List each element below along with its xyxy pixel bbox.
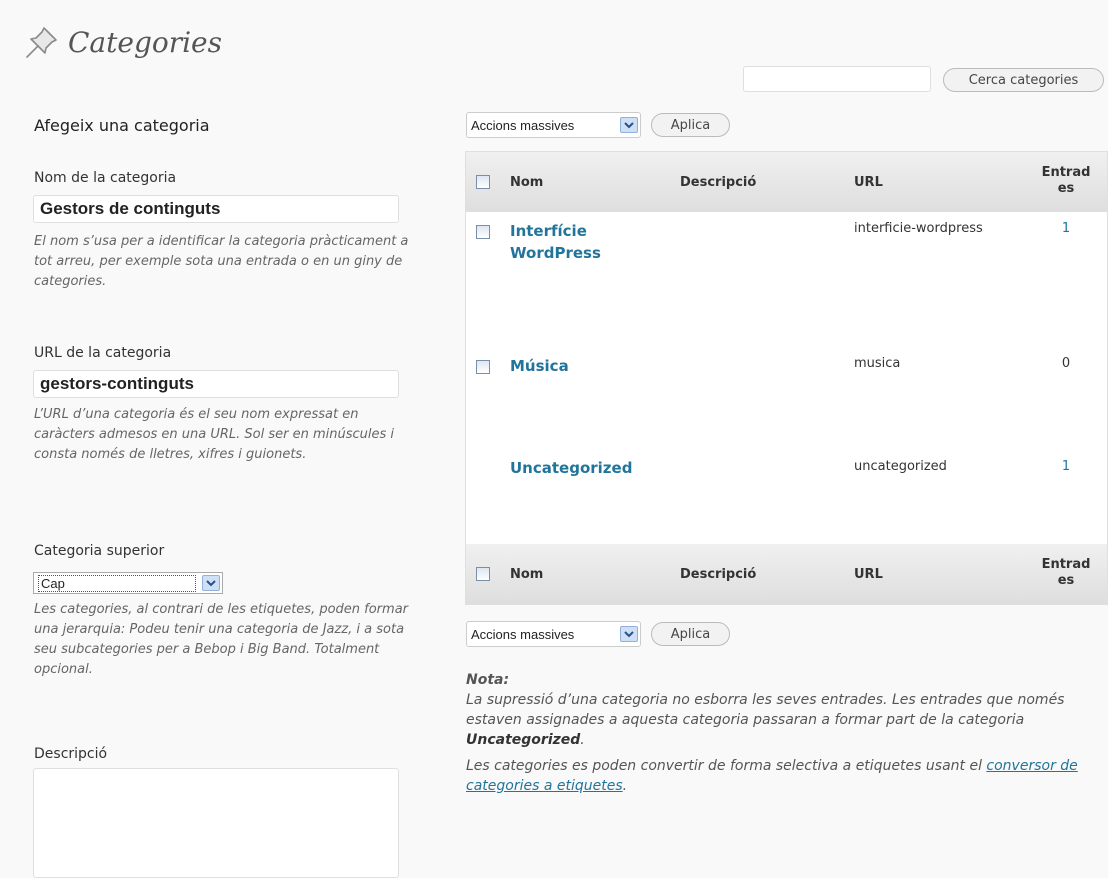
column-count-line1: Entrad: [1041, 557, 1091, 572]
chevron-down-icon: [620, 117, 638, 133]
note-paragraph-convert: Les categories es poden convertir de for…: [466, 756, 1096, 796]
parent-category-help: Les categories, al contrari de les etiqu…: [34, 602, 409, 677]
search-input[interactable]: [743, 66, 931, 92]
select-all-checkbox[interactable]: [476, 567, 490, 581]
description-textarea[interactable]: [33, 768, 399, 878]
note-section: Nota: La supressió d’una categoria no es…: [466, 670, 1096, 802]
column-count-line2: es: [1057, 181, 1075, 196]
table-row: Interfície WordPress interficie-wordpres…: [466, 212, 1107, 348]
table-header: Nom Descripció URL Entrad es: [466, 152, 1107, 212]
category-name-link[interactable]: Interfície WordPress: [510, 220, 650, 264]
apply-button-top[interactable]: Aplica: [651, 113, 730, 137]
category-name-field[interactable]: Gestors de continguts: [33, 195, 399, 223]
page-header: Categories: [22, 22, 222, 62]
bulk-actions-select-bottom[interactable]: Accions massives: [466, 621, 641, 647]
parent-category-value: Cap: [38, 574, 196, 592]
table-row: Uncategorized uncategorized 1: [466, 447, 1107, 545]
chevron-down-icon: [620, 626, 638, 642]
chevron-down-icon: [202, 575, 220, 591]
category-slug: interficie-wordpress: [854, 221, 983, 236]
column-name[interactable]: Nom: [510, 175, 543, 190]
category-name-line1: Interfície: [510, 222, 587, 240]
category-slug: musica: [854, 356, 901, 371]
note-paragraph-delete: La supressió d’una categoria no esborra …: [466, 690, 1096, 750]
parent-category-label: Categoria superior: [34, 543, 165, 559]
category-name-line2: WordPress: [510, 244, 601, 262]
categories-table: Nom Descripció URL Entrad es Interfície …: [465, 151, 1108, 605]
bulk-actions-value: Accions massives: [471, 117, 575, 133]
bulk-actions-select-top[interactable]: Accions massives: [466, 112, 641, 138]
column-count-line1: Entrad: [1041, 165, 1091, 180]
table-row: Música musica 0: [466, 347, 1107, 448]
category-slug: uncategorized: [854, 459, 947, 474]
apply-button-bottom[interactable]: Aplica: [651, 622, 730, 646]
description-label: Descripció: [34, 746, 108, 762]
note-text-end: .: [622, 778, 628, 794]
note-text: Les categories es poden convertir de for…: [466, 758, 987, 774]
category-name-link[interactable]: Música: [510, 355, 650, 377]
category-count: 0: [1061, 356, 1071, 371]
add-category-heading: Afegeix una categoria: [34, 116, 210, 135]
column-url[interactable]: URL: [854, 175, 883, 190]
parent-category-select[interactable]: Cap: [33, 572, 223, 594]
search-categories-button[interactable]: Cerca categories: [943, 68, 1104, 92]
column-count-line2: es: [1057, 573, 1075, 588]
category-name-link[interactable]: Uncategorized: [510, 457, 650, 479]
category-count[interactable]: 1: [1056, 459, 1076, 474]
table-footer: Nom Descripció URL Entrad es: [466, 544, 1107, 604]
bulk-actions-value: Accions massives: [471, 626, 575, 642]
select-all-checkbox[interactable]: [476, 175, 490, 189]
column-description[interactable]: Descripció: [680, 175, 756, 190]
column-name[interactable]: Nom: [510, 567, 543, 582]
pushpin-icon: [26, 27, 57, 58]
note-text-end: .: [580, 732, 585, 748]
column-description[interactable]: Descripció: [680, 567, 756, 582]
row-checkbox[interactable]: [476, 360, 490, 374]
category-count[interactable]: 1: [1056, 221, 1076, 236]
category-slug-label: URL de la categoria: [34, 345, 172, 361]
column-count[interactable]: Entrad es: [1041, 557, 1091, 589]
uncategorized-bold: Uncategorized: [466, 732, 581, 748]
category-name-help: El nom s’usa per a identificar la catego…: [34, 234, 409, 289]
column-url[interactable]: URL: [854, 567, 883, 582]
column-count[interactable]: Entrad es: [1041, 165, 1091, 197]
category-slug-help: L’URL d’una categoria és el seu nom expr…: [34, 407, 395, 462]
page-title: Categories: [68, 25, 222, 59]
category-name-label: Nom de la categoria: [34, 170, 177, 186]
note-text: La supressió d’una categoria no esborra …: [466, 692, 1065, 728]
row-checkbox[interactable]: [476, 225, 490, 239]
category-slug-field[interactable]: gestors-continguts: [33, 370, 399, 398]
note-label: Nota:: [466, 672, 510, 688]
